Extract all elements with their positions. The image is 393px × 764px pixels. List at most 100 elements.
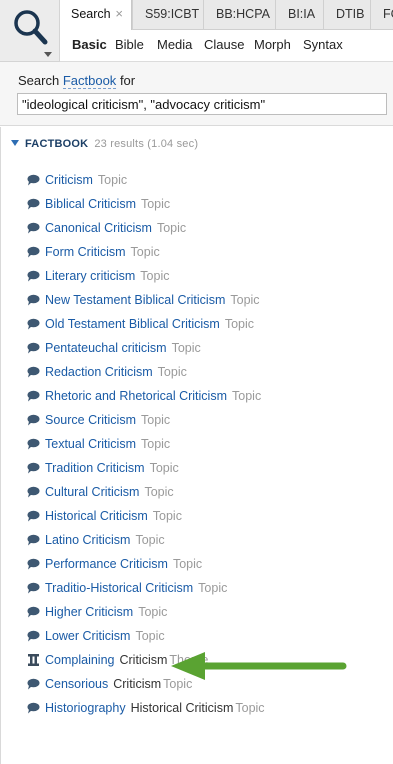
result-title[interactable]: Textual Criticism (45, 437, 136, 451)
result-row[interactable]: Form Criticism Topic (27, 242, 160, 262)
result-title[interactable]: Pentateuchal criticism (45, 341, 167, 355)
speech-bubble-icon (27, 318, 40, 330)
result-type: Topic (157, 365, 187, 379)
result-title[interactable]: Traditio-Historical Criticism (45, 581, 193, 595)
resource-picker-link[interactable]: Factbook (62, 73, 117, 89)
result-type: Topic (130, 245, 160, 259)
result-row[interactable]: Rhetoric and Rhetorical Criticism Topic (27, 386, 261, 406)
group-name: FACTBOOK (25, 138, 89, 150)
result-row[interactable]: Old Testament Biblical Criticism Topic (27, 314, 254, 334)
tab-dtib[interactable]: DTIB (323, 0, 370, 30)
result-title[interactable]: Criticism (45, 173, 93, 187)
result-type: Topic (152, 509, 182, 523)
result-row[interactable]: Redaction Criticism Topic (27, 362, 187, 382)
result-row[interactable]: Cultural Criticism Topic (27, 482, 174, 502)
result-row[interactable]: Lower Criticism Topic (27, 626, 165, 646)
result-row[interactable]: Source Criticism Topic (27, 410, 170, 430)
triangle-down-icon (11, 140, 19, 146)
search-type-menu-button[interactable] (0, 0, 60, 62)
result-row[interactable]: New Testament Biblical Criticism Topic (27, 290, 260, 310)
search-panel: Search Factbook for (0, 62, 393, 126)
tab-label: FC (383, 7, 393, 21)
result-type: Topic (135, 533, 165, 547)
tab-label: BI:IA (288, 7, 316, 21)
search-kind-tabs: Basic Bible Media Clause Morph Syntax (60, 30, 393, 62)
speech-bubble-icon (27, 198, 40, 210)
result-row[interactable]: Censorious Criticism Topic (27, 674, 192, 694)
result-row[interactable]: Performance Criticism Topic (27, 554, 202, 574)
subtab-basic[interactable]: Basic (72, 37, 107, 52)
search-input[interactable] (17, 93, 387, 115)
result-title[interactable]: Higher Criticism (45, 605, 133, 619)
speech-bubble-icon (27, 462, 40, 474)
speech-bubble-icon (27, 702, 40, 714)
result-title[interactable]: New Testament Biblical Criticism (45, 293, 225, 307)
result-row[interactable]: Tradition Criticism Topic (27, 458, 179, 478)
result-context: Criticism (119, 653, 168, 667)
tab-fc[interactable]: FC (370, 0, 393, 30)
subtab-bible[interactable]: Bible (115, 37, 144, 52)
result-title[interactable]: Complaining (45, 653, 114, 667)
result-title[interactable]: Tradition Criticism (45, 461, 145, 475)
result-row[interactable]: Pentateuchal criticism Topic (27, 338, 201, 358)
result-title[interactable]: Old Testament Biblical Criticism (45, 317, 220, 331)
subtab-morph[interactable]: Morph (254, 37, 291, 52)
result-type: Topic (172, 557, 203, 571)
result-title[interactable]: Lower Criticism (45, 629, 130, 643)
result-title[interactable]: Redaction Criticism (45, 365, 153, 379)
result-row[interactable]: Traditio-Historical Criticism Topic (27, 578, 227, 598)
result-row[interactable]: Historiography Historical Criticism Topic (27, 698, 265, 718)
result-row[interactable]: Historical Criticism Topic (27, 506, 182, 526)
close-icon[interactable]: × (115, 0, 123, 28)
result-title[interactable]: Cultural Criticism (45, 485, 139, 499)
tab-label: Search (71, 7, 111, 21)
result-title[interactable]: Latino Criticism (45, 533, 130, 547)
result-title[interactable]: Form Criticism (45, 245, 126, 259)
results-pane: FACTBOOK 23 results (1.04 sec) Criticism T… (0, 127, 393, 764)
speech-bubble-icon (27, 222, 40, 234)
speech-bubble-icon (27, 342, 40, 354)
result-row[interactable]: Higher Criticism Topic (27, 602, 167, 622)
result-row[interactable]: Criticism Topic (27, 170, 127, 190)
result-row[interactable]: Biblical Criticism Topic (27, 194, 170, 214)
green-arrow-annotation (171, 652, 347, 680)
result-type: Topic (135, 629, 165, 643)
tab-label: S59:ICBT (145, 7, 200, 21)
result-title[interactable]: Biblical Criticism (45, 197, 136, 211)
speech-bubble-icon (27, 558, 40, 570)
result-context: Historical Criticism (130, 701, 234, 715)
result-row[interactable]: Literary criticism Topic (27, 266, 169, 286)
subtab-syntax[interactable]: Syntax (303, 37, 343, 52)
result-title[interactable]: Source Criticism (45, 413, 136, 427)
tab-bb-hcpa[interactable]: BB:HCPA (203, 0, 275, 30)
tab-label: BB:HCPA (216, 7, 270, 21)
tab-bi-ia[interactable]: BI:IA (275, 0, 323, 30)
result-title[interactable]: Historiography (45, 701, 126, 715)
result-type: Topic (224, 317, 255, 331)
result-title[interactable]: Literary criticism (45, 269, 135, 283)
result-type: Topic (141, 413, 171, 427)
result-type: Topic (144, 485, 174, 499)
result-type: Topic (149, 461, 179, 475)
result-title[interactable]: Canonical Criticism (45, 221, 152, 235)
result-title[interactable]: Censorious (45, 677, 108, 691)
speech-bubble-icon (27, 678, 40, 690)
speech-bubble-icon (27, 606, 40, 618)
result-type: Topic (141, 437, 171, 451)
speech-bubble-icon (27, 510, 40, 522)
result-title[interactable]: Historical Criticism (45, 509, 148, 523)
result-row[interactable]: Latino Criticism Topic (27, 530, 165, 550)
speech-bubble-icon (27, 414, 40, 426)
speech-bubble-icon (27, 630, 40, 642)
subtab-media[interactable]: Media (157, 37, 192, 52)
subtab-clause[interactable]: Clause (204, 37, 244, 52)
result-title[interactable]: Performance Criticism (45, 557, 168, 571)
result-title[interactable]: Rhetoric and Rhetorical Criticism (45, 389, 227, 403)
tab-search[interactable]: Search × (58, 0, 132, 31)
factbook-group-header[interactable]: FACTBOOK 23 results (1.04 sec) (11, 138, 198, 150)
speech-bubble-icon (27, 366, 40, 378)
result-row[interactable]: Canonical Criticism Topic (27, 218, 186, 238)
result-type: Topic (138, 605, 168, 619)
tab-s59-icbt[interactable]: S59:ICBT (132, 0, 203, 30)
result-row[interactable]: Textual Criticism Topic (27, 434, 170, 454)
